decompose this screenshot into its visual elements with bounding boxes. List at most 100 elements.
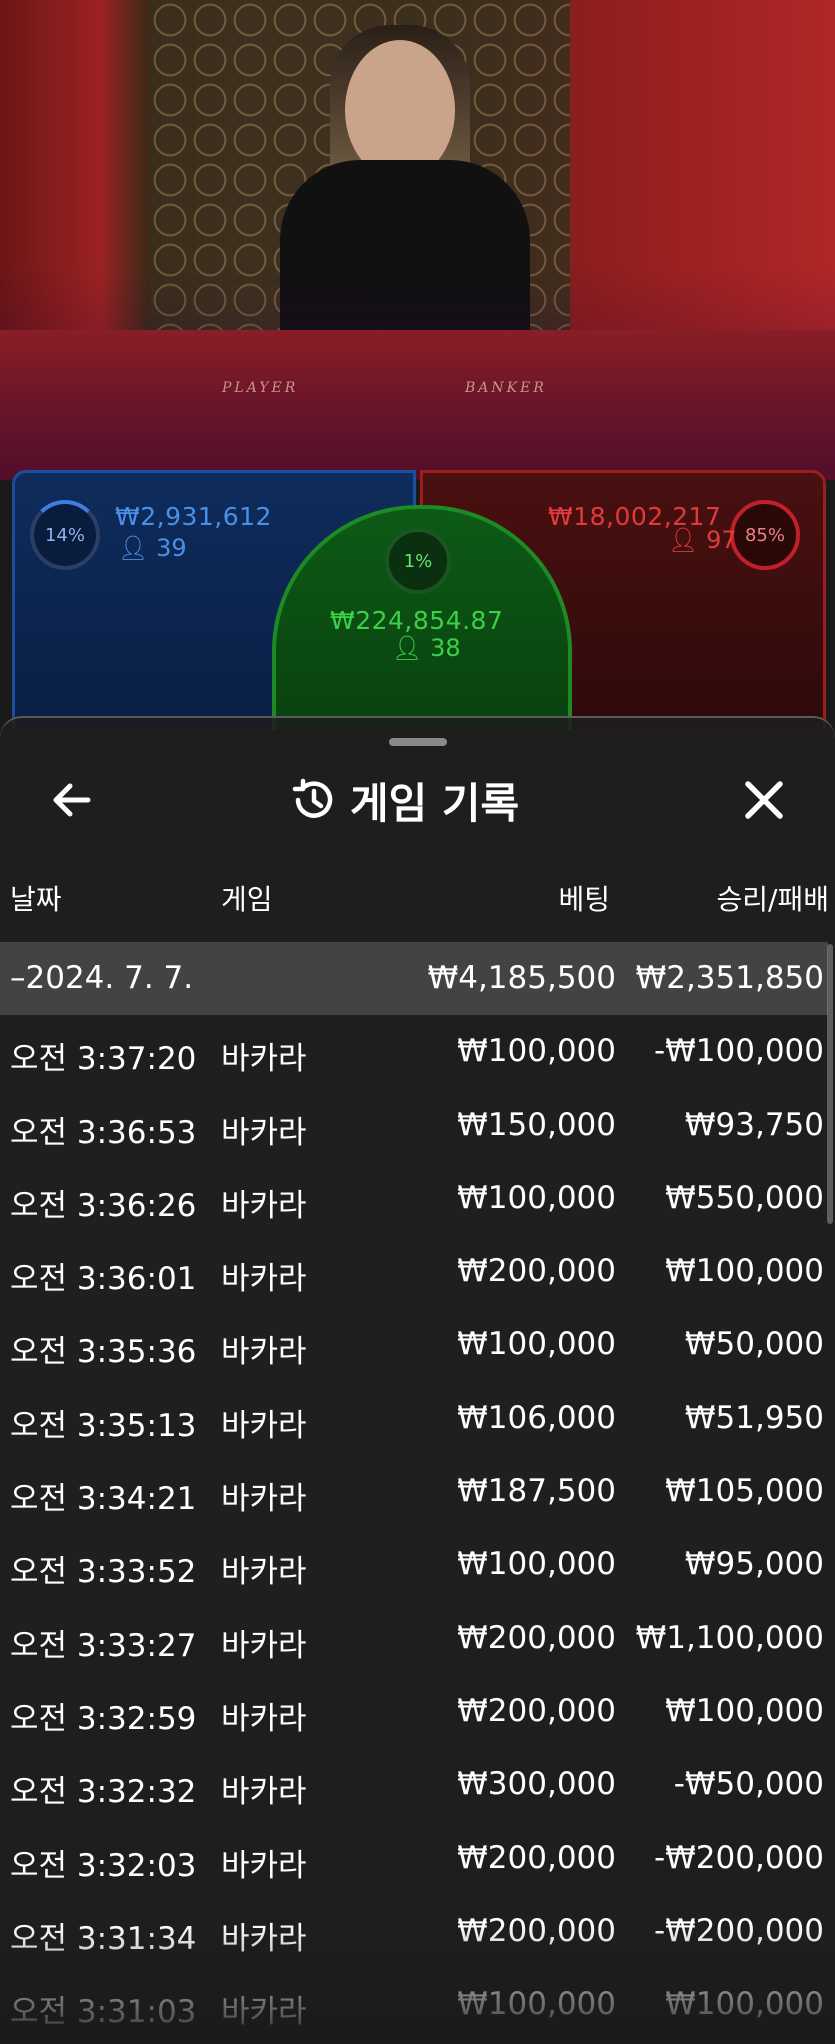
row-result: -₩200,000 xyxy=(653,1912,824,1949)
person-icon: 👤︎ xyxy=(118,534,149,562)
row-time: 오전 3:37:20 xyxy=(10,1041,197,1078)
row-game: 바카라 xyxy=(221,1700,307,1737)
row-bet: ₩100,000 xyxy=(457,1033,616,1070)
row-time: 오전 3:31:03 xyxy=(10,1994,197,2031)
row-time: 오전 3:35:36 xyxy=(10,1334,197,1371)
row-game: 바카라 xyxy=(221,1407,307,1444)
banker-count: 👤︎ 97 xyxy=(668,526,737,554)
history-row[interactable]: 오전 3:32:32 바카라 ₩300,000 -₩50,000 xyxy=(0,1748,828,1821)
row-time: 오전 3:32:03 xyxy=(10,1847,197,1884)
row-time: 오전 3:36:01 xyxy=(10,1261,197,1298)
row-bet: ₩200,000 xyxy=(457,1839,616,1876)
history-row[interactable]: 오전 3:35:36 바카라 ₩100,000 ₩50,000 xyxy=(0,1308,828,1381)
history-row[interactable]: 오전 3:31:03 바카라 ₩100,000 ₩100,000 xyxy=(0,1968,828,2041)
history-clock-icon xyxy=(292,778,333,818)
live-video-feed: PLAYER BANKER xyxy=(0,0,835,480)
row-time: 오전 3:35:13 xyxy=(10,1407,197,1444)
player-count-value: 39 xyxy=(156,534,187,562)
row-game: 바카라 xyxy=(221,1554,307,1591)
row-result: ₩50,000 xyxy=(684,1326,824,1363)
close-button[interactable] xyxy=(740,776,788,824)
history-row[interactable]: 오전 3:37:20 바카라 ₩100,000 -₩100,000 xyxy=(0,1015,828,1088)
row-bet: ₩150,000 xyxy=(457,1106,616,1143)
row-bet: ₩200,000 xyxy=(457,1912,616,1949)
row-time: 오전 3:36:53 xyxy=(10,1114,197,1151)
tie-percent-ring: 1% xyxy=(385,528,451,594)
row-result: ₩100,000 xyxy=(665,1986,824,2023)
sheet-drag-handle[interactable] xyxy=(389,738,447,746)
table-banker-label: BANKER xyxy=(465,380,547,396)
row-result: -₩100,000 xyxy=(653,1033,824,1070)
column-headers: 날짜 게임 베팅 승리/패배 xyxy=(0,868,835,918)
row-result: ₩93,750 xyxy=(684,1106,824,1143)
row-game: 바카라 xyxy=(221,1334,307,1371)
scrollbar[interactable] xyxy=(827,944,833,1224)
row-game: 바카라 xyxy=(221,1920,307,1957)
row-game: 바카라 xyxy=(221,1994,307,2031)
banker-count-value: 97 xyxy=(706,526,737,554)
history-row[interactable]: 오전 3:32:59 바카라 ₩200,000 ₩100,000 xyxy=(0,1675,828,1748)
person-icon: 👤︎ xyxy=(392,634,423,662)
row-bet: ₩100,000 xyxy=(457,1179,616,1216)
row-result: ₩100,000 xyxy=(665,1253,824,1290)
date-summary-row[interactable]: –2024. 7. 7. ₩4,185,500 ₩2,351,850 xyxy=(0,942,828,1016)
row-bet: ₩187,500 xyxy=(457,1473,616,1510)
history-row[interactable]: 오전 3:34:21 바카라 ₩187,500 ₩105,000 xyxy=(0,1455,828,1528)
sheet-title: 게임 기록 xyxy=(290,770,519,830)
row-time: 오전 3:31:34 xyxy=(10,1920,197,1957)
sheet-title-text: 게임 기록 xyxy=(350,778,520,828)
row-time: 오전 3:34:21 xyxy=(10,1481,197,1518)
history-row[interactable]: 오전 3:36:01 바카라 ₩200,000 ₩100,000 xyxy=(0,1235,828,1308)
history-row[interactable]: 오전 3:36:53 바카라 ₩150,000 ₩93,750 xyxy=(0,1089,828,1162)
row-game: 바카라 xyxy=(221,1114,307,1151)
row-bet: ₩200,000 xyxy=(457,1253,616,1290)
history-row[interactable]: 오전 3:33:27 바카라 ₩200,000 ₩1,100,000 xyxy=(0,1602,828,1675)
back-button[interactable] xyxy=(48,776,96,824)
row-result: ₩1,100,000 xyxy=(635,1619,824,1656)
summary-result: ₩2,351,850 xyxy=(635,960,824,996)
column-result: 승리/패배 xyxy=(716,883,829,916)
row-game: 바카라 xyxy=(221,1041,307,1078)
arrow-left-icon xyxy=(53,783,91,817)
column-game: 게임 xyxy=(221,883,273,916)
row-result: -₩50,000 xyxy=(673,1766,824,1803)
row-time: 오전 3:32:59 xyxy=(10,1700,197,1737)
column-date: 날짜 xyxy=(10,883,62,916)
row-bet: ₩300,000 xyxy=(457,1766,616,1803)
table-player-label: PLAYER xyxy=(222,380,299,396)
close-icon xyxy=(745,781,783,819)
row-game: 바카라 xyxy=(221,1847,307,1884)
summary-bet: ₩4,185,500 xyxy=(427,960,616,996)
row-time: 오전 3:33:52 xyxy=(10,1554,197,1591)
row-game: 바카라 xyxy=(221,1187,307,1224)
history-row[interactable]: 오전 3:36:26 바카라 ₩100,000 ₩550,000 xyxy=(0,1162,828,1235)
player-bet-total: ₩2,931,612 xyxy=(115,502,272,531)
game-history-sheet: 게임 기록 날짜 게임 베팅 승리/패배 –2024. 7. 7. ₩4,185… xyxy=(0,716,835,2044)
history-row[interactable]: 오전 3:35:13 바카라 ₩106,000 ₩51,950 xyxy=(0,1382,828,1455)
row-result: ₩95,000 xyxy=(684,1546,824,1583)
banker-percent-ring: 85% xyxy=(730,500,800,570)
row-bet: ₩200,000 xyxy=(457,1692,616,1729)
history-row[interactable]: 오전 3:33:52 바카라 ₩100,000 ₩95,000 xyxy=(0,1528,828,1601)
row-result: ₩105,000 xyxy=(665,1473,824,1510)
history-row[interactable]: 오전 3:32:03 바카라 ₩200,000 -₩200,000 xyxy=(0,1822,828,1895)
row-bet: ₩106,000 xyxy=(457,1399,616,1436)
row-result: -₩200,000 xyxy=(653,1839,824,1876)
row-bet: ₩200,000 xyxy=(457,1619,616,1656)
banker-percent: 85% xyxy=(744,524,785,546)
tie-count-value: 38 xyxy=(430,634,461,662)
row-result: ₩100,000 xyxy=(665,1692,824,1729)
row-time: 오전 3:32:32 xyxy=(10,1774,197,1811)
summary-date: –2024. 7. 7. xyxy=(10,960,194,996)
row-time: 오전 3:36:26 xyxy=(10,1187,197,1224)
tie-bet-total: ₩224,854.87 xyxy=(330,606,504,635)
player-count: 👤︎ 39 xyxy=(118,534,187,562)
row-bet: ₩100,000 xyxy=(457,1546,616,1583)
history-row[interactable]: 오전 3:31:34 바카라 ₩200,000 -₩200,000 xyxy=(0,1895,828,1968)
row-time: 오전 3:33:27 xyxy=(10,1627,197,1664)
tie-count: 👤︎ 38 xyxy=(392,634,461,662)
column-bet: 베팅 xyxy=(558,883,610,916)
row-game: 바카라 xyxy=(221,1481,307,1518)
row-game: 바카라 xyxy=(221,1627,307,1664)
player-percent-ring: 14% xyxy=(30,500,100,570)
